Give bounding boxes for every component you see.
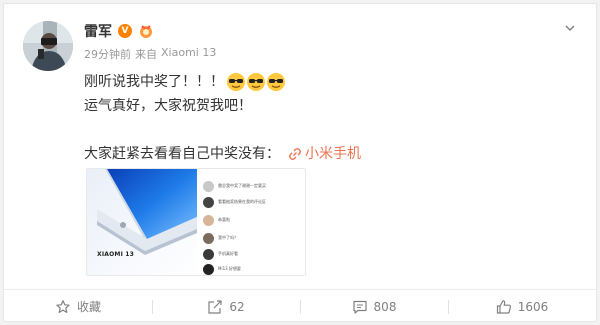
avatar[interactable] [23,21,73,71]
post-line-2: 运气真好，大家祝贺我吧！ [84,98,252,114]
post-source[interactable]: Xiaomi 13 [161,46,216,62]
post-line-1: 刚听说我中奖了！！！ [84,70,564,94]
sunglasses-emoji-icon [247,73,265,91]
medal-icon[interactable] [138,23,154,39]
comment-avatar [203,232,214,244]
star-icon [55,299,71,315]
xiaomi-phone-link-label: 小米手机 [305,146,361,162]
source-prefix: 来自 [135,48,157,61]
phone-brand-text: XIAOMI 13 [97,251,135,258]
chevron-down-icon [565,25,575,31]
comment-button[interactable]: 808 [300,290,448,323]
post-line-3: 大家赶紧去看看自己中奖没有： 小米手机 [84,142,564,166]
like-count: 1606 [517,299,549,314]
comment-avatar [203,214,214,226]
comment-count: 808 [373,299,397,314]
repost-button[interactable]: 62 [152,290,300,323]
like-button[interactable]: 1606 [448,290,596,323]
favorite-label: 收藏 [76,300,101,314]
verified-badge[interactable]: V [118,24,132,38]
phone-promo-image: XIAOMI 13 [87,169,197,275]
comment-icon [352,299,368,315]
comment-row: 手机真好看 [203,247,238,261]
link-icon [288,147,302,161]
comment-avatar [203,196,214,208]
username[interactable]: 雷军 [84,21,112,41]
name-row: 雷军 V [84,21,154,41]
post-text: 刚听说我中奖了！！！ 运气真好，大家祝贺我吧！ 大家赶紧去看看自己中奖没有： 小… [84,70,564,166]
comment-row: 恭喜啦 [203,213,230,227]
xiaomi-phone-link[interactable]: 小米手机 [288,142,361,166]
post-meta: 29分钟前 来自 Xiaomi 13 [84,46,216,62]
comment-row: Mi13 好想要 [203,262,241,275]
post-time[interactable]: 29分钟前 [84,46,131,62]
comment-avatar [203,248,214,260]
sunglasses-emoji-icon [227,73,245,91]
comment-row: 雷总我中奖了谢谢一定要买 [203,179,266,193]
sunglasses-emoji-icon [267,73,285,91]
comment-screenshot: 雷总我中奖了谢谢一定要买 看看抽奖结果在我的评论区 恭喜啦 我中了吗？ 手机真好… [197,169,305,275]
comment-avatar [203,263,214,275]
emoji-group [226,72,286,92]
share-icon [207,299,223,315]
weibo-post-card: 雷军 V 29分钟前 来自 Xiaomi 13 刚听说我中奖了！！！ 运气真好，… [3,3,597,322]
favorite-button[interactable]: 收藏 [4,290,152,323]
post-image[interactable]: XIAOMI 13 雷总我中奖了谢谢一定要买 看看抽奖结果在我的评论区 恭喜啦 … [86,168,306,276]
action-bar: 收藏 62 808 1606 [4,289,596,323]
more-menu-button[interactable] [562,20,578,36]
repost-count: 62 [229,299,245,314]
comment-row: 看看抽奖结果在我的评论区 [203,195,266,209]
comment-avatar [203,180,214,192]
thumbs-up-icon [496,299,512,315]
comment-row: 我中了吗？ [203,231,238,245]
